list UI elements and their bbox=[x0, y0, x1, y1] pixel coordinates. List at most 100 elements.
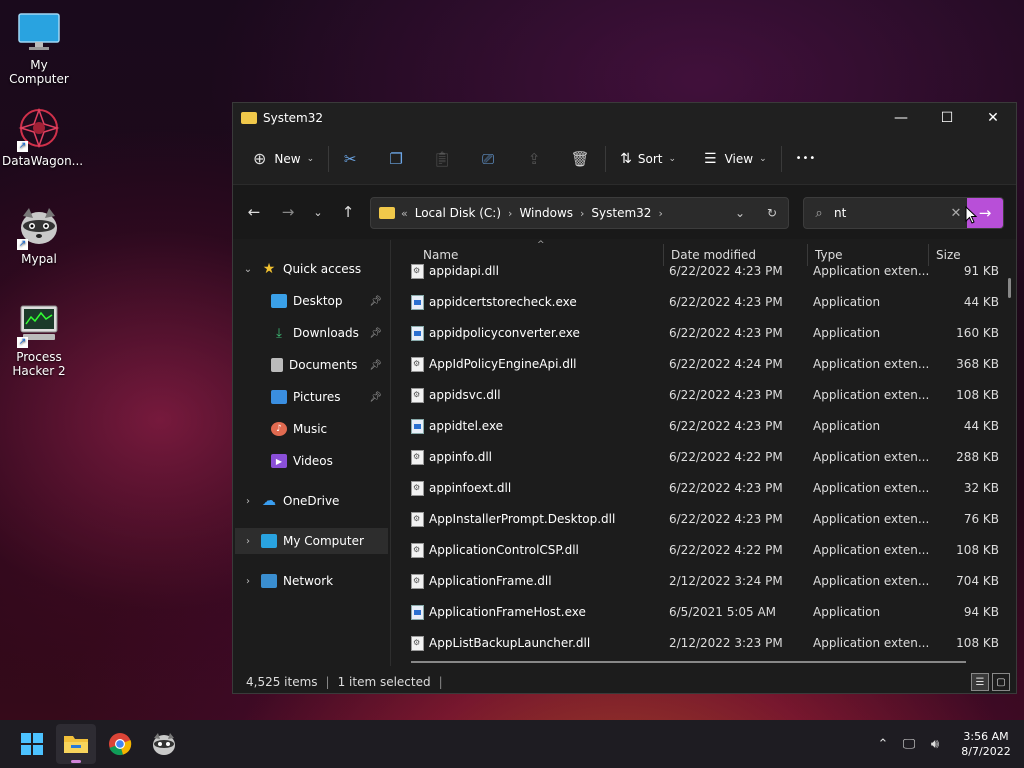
table-row[interactable]: AppIdPolicyEngineApi.dll 6/22/2022 4:24 P… bbox=[409, 349, 1009, 380]
new-button[interactable]: ⊕ New ⌄ bbox=[245, 143, 322, 175]
table-row[interactable]: ApplicationFrame.dll 2/12/2022 3:24 PM App… bbox=[409, 566, 1009, 597]
back-arrow-icon[interactable]: ← bbox=[239, 203, 269, 221]
document-icon bbox=[271, 358, 283, 372]
table-row[interactable]: AppListBackupLauncher.dll 2/12/2022 3:23 … bbox=[409, 628, 1009, 659]
table-row[interactable]: appinfoext.dll 6/22/2022 4:23 PM Applicati… bbox=[409, 473, 1009, 504]
chrome-icon[interactable] bbox=[100, 724, 140, 764]
mypal-icon[interactable] bbox=[144, 724, 184, 764]
table-row[interactable]: appinfo.dll 6/22/2022 4:22 PM Application … bbox=[409, 442, 1009, 473]
nav-onedrive[interactable]: › ☁ OneDrive bbox=[235, 488, 388, 514]
close-button[interactable]: ✕ bbox=[970, 103, 1016, 133]
table-row[interactable]: ApplicationFrameHost.exe 6/5/2021 5:05 AM… bbox=[409, 597, 1009, 628]
pictures-icon bbox=[271, 390, 287, 404]
search-input[interactable] bbox=[834, 206, 945, 220]
nav-item-music[interactable]: ♪ Music bbox=[235, 416, 388, 442]
table-row[interactable]: ApplicationControlCSP.dll 6/22/2022 4:22 … bbox=[409, 535, 1009, 566]
breadcrumb-windows[interactable]: Windows bbox=[519, 206, 573, 220]
details-view-icon[interactable]: ☰ bbox=[971, 673, 989, 691]
clock-time: 3:56 AM bbox=[963, 730, 1009, 743]
file-name: appinfoext.dll bbox=[429, 481, 512, 495]
table-row[interactable]: appidsvc.dll 6/22/2022 4:23 PM Application… bbox=[409, 380, 1009, 411]
horizontal-scrollbar[interactable] bbox=[411, 661, 966, 663]
nav-item-downloads[interactable]: ⤓ Downloads 📌︎ bbox=[235, 320, 388, 346]
nav-label: My Computer bbox=[283, 534, 364, 548]
table-row[interactable]: appidapi.dll 6/22/2022 4:23 PM Application… bbox=[409, 256, 1009, 287]
item-count: 4,525 items bbox=[246, 675, 318, 689]
file-date: 6/22/2022 4:23 PM bbox=[669, 481, 783, 495]
refresh-icon[interactable]: ↻ bbox=[756, 206, 788, 220]
file-explorer-icon[interactable] bbox=[56, 724, 96, 764]
file-name: ApplicationFrame.dll bbox=[429, 574, 552, 588]
shortcut-arrow-icon: ↗ bbox=[17, 239, 28, 250]
network-icon[interactable]: 🖵︎ bbox=[896, 737, 922, 752]
table-row[interactable]: AppInstallerPrompt.Desktop.dll 6/22/2022 … bbox=[409, 504, 1009, 535]
file-date: 6/22/2022 4:24 PM bbox=[669, 357, 783, 371]
dll-file-icon bbox=[411, 450, 424, 465]
windows-start-icon[interactable] bbox=[12, 724, 52, 764]
nav-item-pictures[interactable]: Pictures 📌︎ bbox=[235, 384, 388, 410]
sort-button[interactable]: ⇅ Sort ⌄ bbox=[612, 143, 684, 175]
status-bar: 4,525 items | 1 item selected | ☰ ▢ bbox=[233, 671, 1016, 693]
address-bar[interactable]: « Local Disk (C:) › Windows › System32 ›… bbox=[370, 197, 789, 229]
file-name: appidtel.exe bbox=[429, 419, 504, 433]
desktop-icon-mypal[interactable]: ↗ Mypal bbox=[2, 204, 76, 266]
exe-file-icon bbox=[411, 605, 424, 620]
delete-icon[interactable]: 🗑︎ bbox=[565, 143, 595, 175]
table-row[interactable]: appidpolicyconverter.exe 6/22/2022 4:23 P… bbox=[409, 318, 1009, 349]
share-icon[interactable]: ⇪ bbox=[519, 143, 549, 175]
chevron-up-icon[interactable]: ⌃ bbox=[870, 737, 896, 752]
breadcrumb-chevron-icon: › bbox=[658, 206, 663, 220]
collapsed-chevron-icon[interactable]: › bbox=[235, 496, 261, 507]
minimize-button[interactable]: — bbox=[878, 103, 924, 133]
up-arrow-icon[interactable]: ↑ bbox=[333, 203, 363, 221]
collapsed-chevron-icon[interactable]: › bbox=[235, 576, 261, 587]
large-icons-view-icon[interactable]: ▢ bbox=[992, 673, 1010, 691]
table-row[interactable]: appidcertstorecheck.exe 6/22/2022 4:23 PM… bbox=[409, 287, 1009, 318]
paste-icon[interactable]: 📋︎ bbox=[427, 143, 457, 175]
address-dropdown-icon[interactable]: ⌄ bbox=[724, 206, 756, 220]
recent-locations-chevron-icon[interactable]: ⌄ bbox=[303, 206, 333, 219]
more-options-button[interactable]: ••• bbox=[788, 143, 825, 175]
nav-network[interactable]: › Network bbox=[235, 568, 388, 594]
clear-search-icon[interactable]: ✕ bbox=[945, 206, 967, 221]
desktop-icon-my-computer[interactable]: My Computer bbox=[2, 10, 76, 86]
nav-quick-access[interactable]: ⌄ ★ Quick access bbox=[235, 256, 388, 282]
nav-label: Quick access bbox=[283, 262, 362, 276]
pin-icon: 📌︎ bbox=[369, 295, 382, 307]
exe-file-icon bbox=[411, 295, 424, 310]
nav-item-documents[interactable]: Documents 📌︎ bbox=[235, 352, 388, 378]
exe-file-icon bbox=[411, 419, 424, 434]
volume-icon[interactable]: 🔊︎ bbox=[922, 737, 948, 752]
collapsed-chevron-icon[interactable]: › bbox=[235, 536, 261, 547]
desktop-icon-process-hacker[interactable]: ↗ Process Hacker 2 bbox=[2, 302, 76, 378]
desktop-icon-datawagon[interactable]: ↗ DataWagon... bbox=[2, 106, 83, 168]
nav-label: OneDrive bbox=[283, 494, 340, 508]
file-name: AppListBackupLauncher.dll bbox=[429, 636, 591, 650]
file-date: 6/22/2022 4:22 PM bbox=[669, 450, 783, 464]
copy-icon[interactable]: ❐ bbox=[381, 143, 411, 175]
forward-arrow-icon[interactable]: → bbox=[273, 203, 303, 221]
table-row[interactable]: appidtel.exe 6/22/2022 4:23 PM Application… bbox=[409, 411, 1009, 442]
chevron-down-icon: ⌄ bbox=[759, 153, 767, 164]
cut-icon[interactable]: ✂ bbox=[335, 143, 365, 175]
toolbar-divider bbox=[328, 145, 330, 172]
file-name: appinfo.dll bbox=[429, 450, 492, 464]
expanded-chevron-icon[interactable]: ⌄ bbox=[235, 264, 261, 275]
file-type: Application bbox=[813, 605, 881, 619]
breadcrumb-system32[interactable]: System32 bbox=[591, 206, 651, 220]
title-bar[interactable]: System32 — ☐ ✕ bbox=[233, 103, 1016, 133]
rename-icon[interactable]: ⎚ bbox=[473, 143, 503, 175]
nav-item-videos[interactable]: ▶ Videos bbox=[235, 448, 388, 474]
maximize-button[interactable]: ☐ bbox=[924, 103, 970, 133]
process-hacker-icon: ↗ bbox=[17, 302, 61, 348]
clock[interactable]: 3:56 AM 8/7/2022 bbox=[948, 729, 1024, 759]
breadcrumb-local-disk[interactable]: Local Disk (C:) bbox=[415, 206, 501, 220]
file-type: Application exten... bbox=[813, 388, 930, 402]
nav-label: Documents bbox=[289, 358, 358, 372]
view-button[interactable]: ☰ View ⌄ bbox=[696, 143, 775, 175]
nav-item-desktop[interactable]: Desktop 📌︎ bbox=[235, 288, 388, 314]
breadcrumb-overflow[interactable]: « bbox=[401, 207, 408, 220]
vertical-scrollbar[interactable] bbox=[1008, 278, 1011, 298]
nav-my-computer[interactable]: › My Computer bbox=[235, 528, 388, 554]
window-title: System32 bbox=[263, 111, 324, 125]
